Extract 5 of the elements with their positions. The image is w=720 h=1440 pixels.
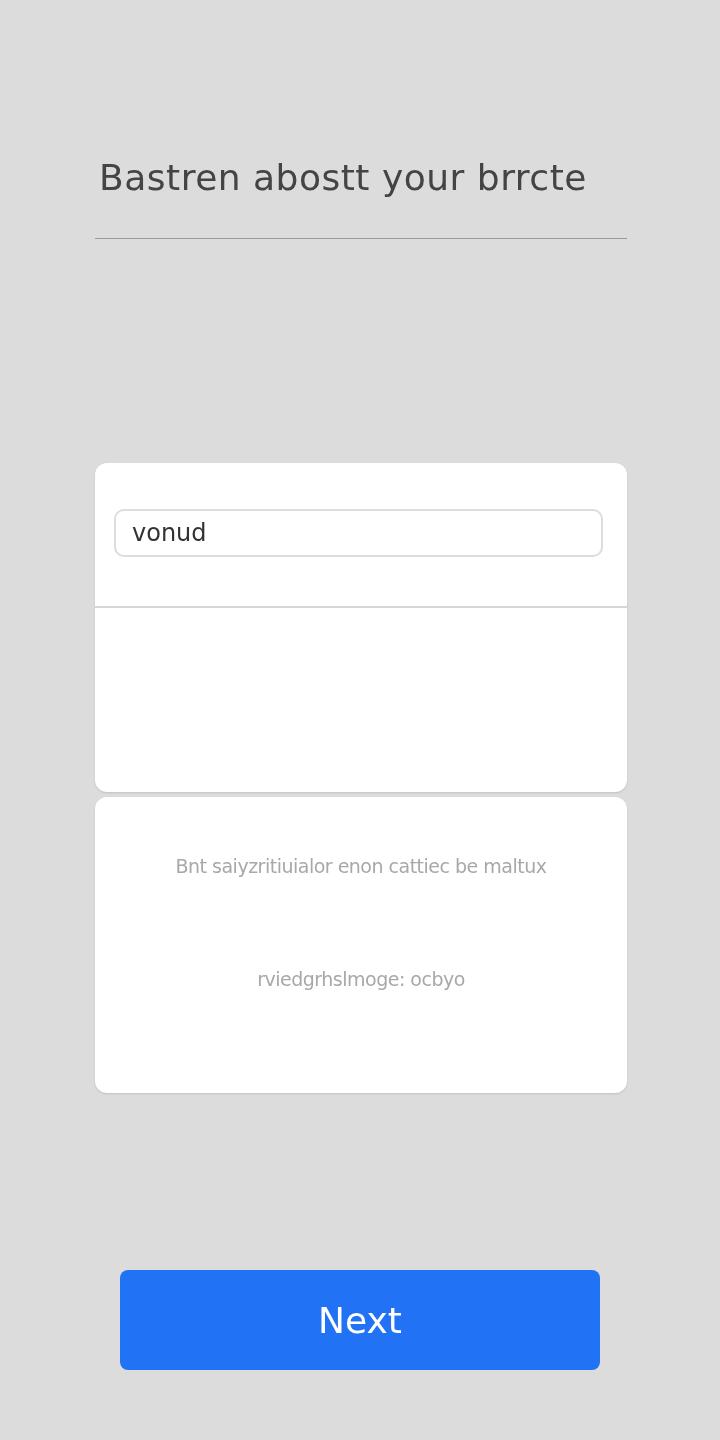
info-text: Bnt saiyzritiuialor enon cattiec be maltux xyxy=(175,854,547,878)
page-heading: Bastren abostt your brrcte xyxy=(99,156,588,200)
next-button[interactable]: Next xyxy=(120,1270,600,1370)
text-input-field[interactable]: vonud xyxy=(114,509,603,557)
info-text: rviedgrhslmoge: ocbyo xyxy=(257,967,465,991)
